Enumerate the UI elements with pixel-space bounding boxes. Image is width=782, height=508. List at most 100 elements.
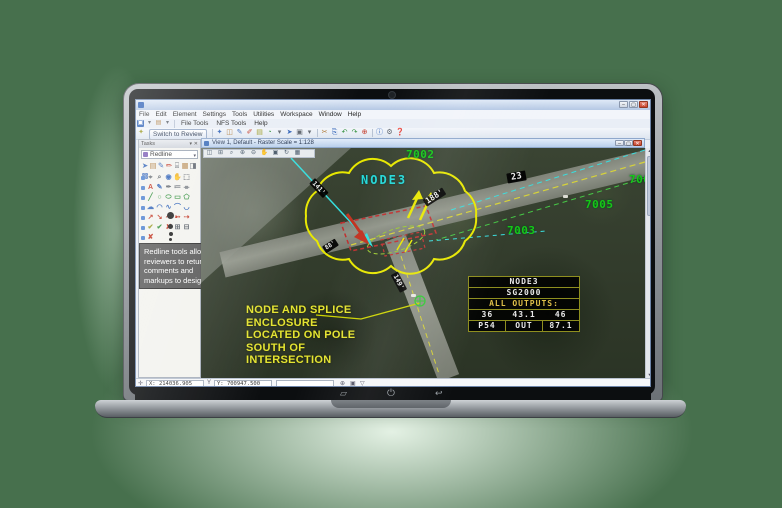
toolbar-icon[interactable]: ▤	[256, 129, 264, 137]
close-panel-icon[interactable]: ✕	[194, 141, 198, 147]
menu-utilities[interactable]: Utilities	[253, 110, 274, 119]
back-icon[interactable]: ↩	[435, 387, 443, 400]
tool-icon[interactable]: ⌖	[146, 173, 155, 182]
task-preset-dropdown[interactable]: Redline ▾	[141, 150, 198, 159]
menu-settings[interactable]: Settings	[203, 110, 227, 119]
toolbar-icon[interactable]: ↶	[341, 129, 349, 137]
tool-icon[interactable]: ▤	[149, 161, 157, 171]
y-coordinate-field[interactable]: Y: 700947.500	[214, 380, 272, 387]
menu-nfs-tools[interactable]: NFS Tools	[216, 119, 246, 128]
view-titlebar[interactable]: View 1, Default - Raster Scale = 1:128 –…	[201, 138, 645, 148]
tool-icon[interactable]: ⌯	[182, 183, 191, 192]
toolbar-icon[interactable]: ▣	[296, 129, 304, 137]
check-icon[interactable]: ✔	[155, 223, 164, 232]
tool-icon[interactable]: ◡	[182, 203, 191, 212]
view-close-button[interactable]: ✕	[633, 140, 642, 146]
toolbar-icon[interactable]: ✦	[216, 129, 224, 137]
flash-icon[interactable]: ✦	[137, 129, 145, 137]
menu-file[interactable]: File	[139, 110, 149, 119]
toolbar-icon[interactable]: ⎘	[331, 129, 339, 137]
zoom-icon[interactable]: ⌕	[226, 150, 237, 157]
recents-icon[interactable]: ▱	[340, 387, 347, 400]
tool-icon[interactable]: ✋	[173, 173, 182, 182]
toolbar-icon[interactable]: ⓘ	[376, 129, 384, 137]
map-viewport[interactable]: 7002 7003 7005 700 NODE3 188' 141' 88' 1…	[201, 148, 645, 378]
dropdown-icon[interactable]: ▾	[164, 120, 171, 127]
menu-file-tools[interactable]: File Tools	[181, 119, 208, 128]
arrow-icon[interactable]: ↘	[155, 213, 164, 222]
dropdown-icon[interactable]: ▾	[276, 129, 284, 137]
pen-icon[interactable]: ✒	[164, 183, 173, 192]
view-tool-icon[interactable]: ◫	[204, 150, 215, 157]
zoom-in-icon[interactable]: ⊕	[237, 150, 248, 157]
line-icon[interactable]: ╱	[146, 193, 155, 202]
zoom-out-icon[interactable]: ⊖	[248, 150, 259, 157]
x-coordinate-field[interactable]: X: 214036.905	[146, 380, 204, 387]
cloud-icon[interactable]: ☁	[146, 203, 155, 212]
tool-icon[interactable]: ▦	[181, 161, 189, 171]
tool-icon[interactable]: ✏	[165, 161, 173, 171]
toolbar-icon[interactable]: ✂	[321, 129, 329, 137]
fit-view-icon[interactable]: ▣	[270, 150, 281, 157]
polygon-icon[interactable]: ⬠	[182, 193, 191, 202]
close-button[interactable]: ✕	[639, 101, 648, 108]
delete-markup-icon[interactable]: ✘	[146, 233, 155, 242]
ellipse-icon[interactable]: ⬭	[164, 193, 173, 202]
arc-icon[interactable]: ◠	[155, 203, 164, 212]
toolbar-icon[interactable]: ◔	[266, 129, 274, 137]
toolbar-icon[interactable]: ➤	[286, 129, 294, 137]
menu-window[interactable]: Window	[319, 110, 342, 119]
pan-icon[interactable]: ✋	[259, 150, 270, 157]
toolbar-icon[interactable]: ✎	[236, 129, 244, 137]
toolbar-icon[interactable]: ⚙	[386, 129, 394, 137]
pin-icon[interactable]: ▾	[189, 141, 192, 147]
vertical-scrollbar[interactable]: ▴ ▾	[645, 148, 651, 378]
tool-icon[interactable]: ⊞	[173, 223, 182, 232]
locks-icon[interactable]: ▣	[350, 380, 356, 387]
menu-edit[interactable]: Edit	[155, 110, 166, 119]
tool-icon[interactable]: ◉	[164, 173, 173, 182]
scrollbar-thumb[interactable]	[647, 156, 651, 216]
circle-icon[interactable]: ○	[155, 193, 164, 202]
place-text-icon[interactable]: A	[146, 183, 155, 192]
rotate-view-icon[interactable]: ↻	[281, 150, 292, 157]
tool-icon[interactable]: ➤	[141, 161, 149, 171]
curve-icon[interactable]: ⌒	[173, 203, 182, 212]
maximize-button[interactable]: ▢	[629, 101, 638, 108]
power-icon[interactable]: ⏻	[387, 387, 395, 400]
tool-icon[interactable]: ◨	[189, 161, 197, 171]
sketch-icon[interactable]: ∿	[164, 203, 173, 212]
window-titlebar[interactable]: – ▢ ✕	[136, 100, 650, 110]
menu-help2[interactable]: Help	[254, 119, 267, 128]
toolbar-icon[interactable]: ↷	[351, 129, 359, 137]
scroll-up-icon[interactable]: ▴	[646, 148, 651, 154]
primary-tool-icon[interactable]: ▣	[137, 120, 144, 127]
menu-help[interactable]: Help	[348, 110, 361, 119]
tool-icon[interactable]: ⌕	[155, 173, 164, 182]
dropdown-icon[interactable]: ▾	[146, 120, 153, 127]
view-tool-icon[interactable]: ⊞	[215, 150, 226, 157]
dropdown-icon[interactable]: ▽	[360, 380, 365, 387]
arrow-icon[interactable]: ↗	[146, 213, 155, 222]
toolbar-icon[interactable]: ⊕	[361, 129, 369, 137]
menu-workspace[interactable]: Workspace	[280, 110, 312, 119]
toolbar-icon[interactable]: ✐	[246, 129, 254, 137]
pencil-icon[interactable]: ✎	[155, 183, 164, 192]
toolbar-icon[interactable]: ◫	[226, 129, 234, 137]
tool-icon[interactable]: ⊟	[182, 223, 191, 232]
check-icon[interactable]: ✔	[146, 223, 155, 232]
tool-icon[interactable]: ✎	[157, 161, 165, 171]
dropdown-icon[interactable]: ▾	[306, 129, 314, 137]
rectangle-icon[interactable]: ▭	[173, 193, 182, 202]
view-minimize-button[interactable]: –	[615, 140, 624, 146]
tool-icon[interactable]: ⬚	[182, 173, 191, 182]
tool-icon[interactable]: ≔	[173, 183, 182, 192]
toolbar-icon[interactable]: ❓	[396, 129, 404, 137]
folder-icon[interactable]: ▤	[155, 120, 162, 127]
leader-icon[interactable]: ➳	[173, 213, 182, 222]
minimize-button[interactable]: –	[619, 101, 628, 108]
snap-icon[interactable]: ⊕	[340, 380, 345, 387]
menu-tools[interactable]: Tools	[232, 110, 247, 119]
tool-icon[interactable]: ⌸	[173, 161, 181, 171]
menu-element[interactable]: Element	[173, 110, 197, 119]
